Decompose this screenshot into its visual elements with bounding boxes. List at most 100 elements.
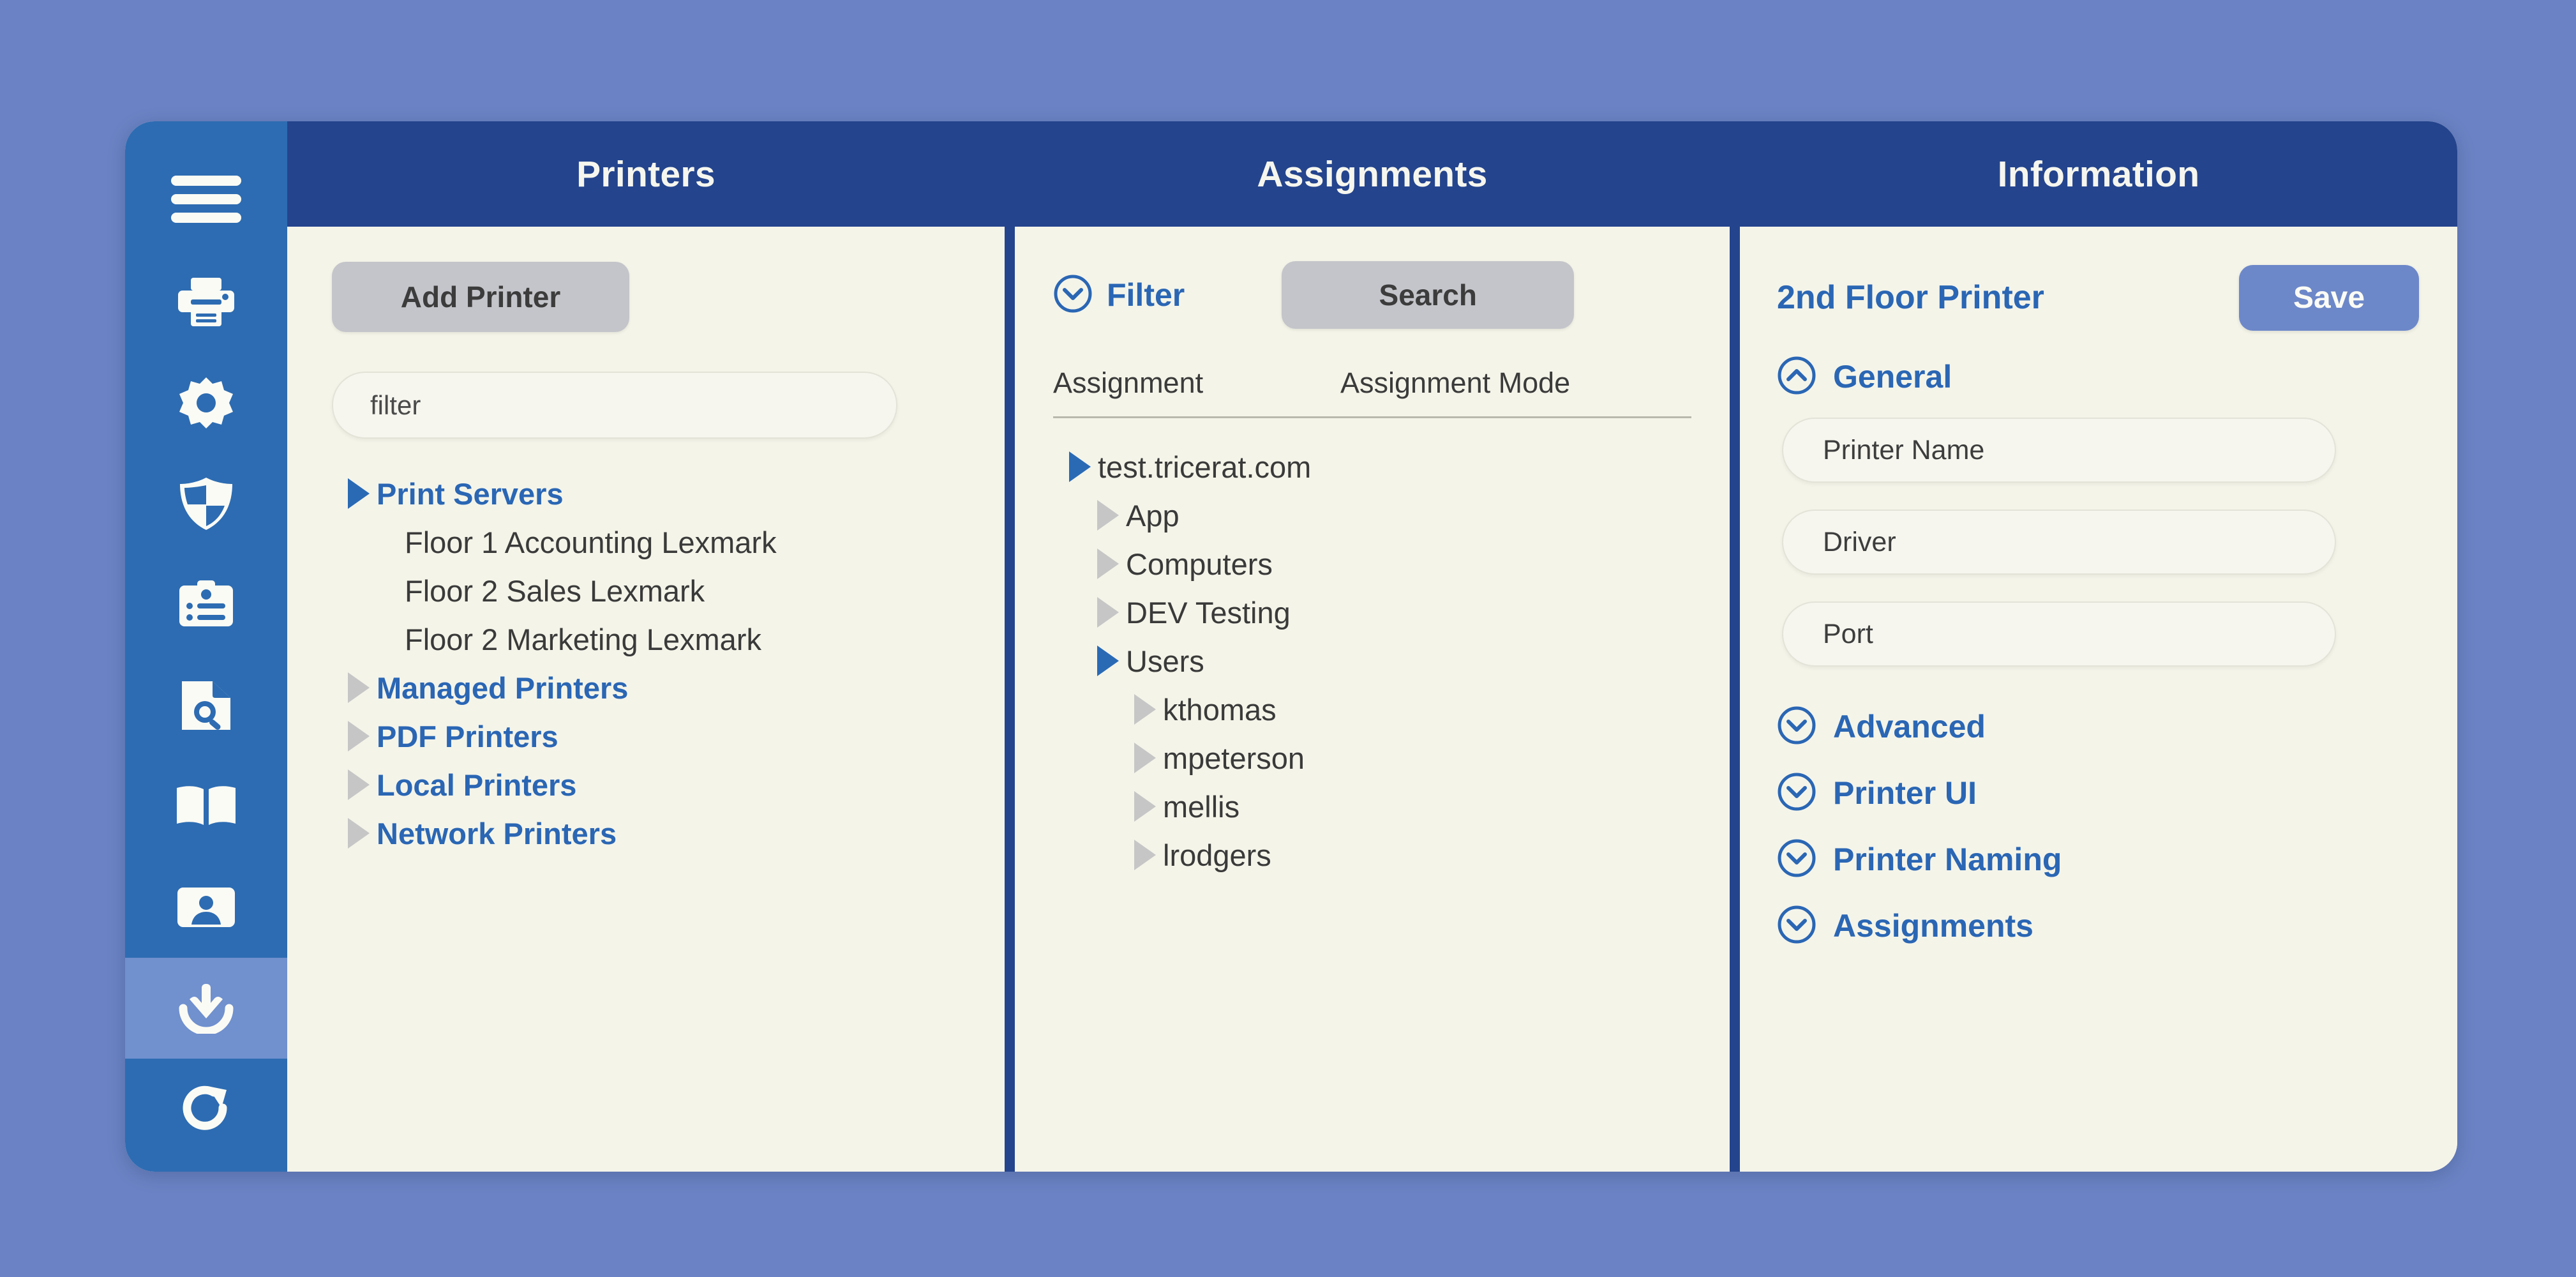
tree-row[interactable]: Floor 2 Marketing Lexmark [332,615,965,663]
application-window: Printers Add Printer filter Print Server… [125,121,2457,1172]
save-button[interactable]: Save [2239,264,2419,331]
chevron-down-circle-icon [1053,274,1093,317]
printer-name-field[interactable]: Printer Name [1782,418,2336,483]
document-search-icon [179,679,233,732]
section-printer-naming-label: Printer Naming [1833,842,2062,877]
section-assignments[interactable]: Assignments [1777,893,2419,959]
section-printer-naming[interactable]: Printer Naming [1777,826,2419,893]
shield-icon [177,476,235,531]
triangle-right-icon[interactable] [341,721,377,752]
assignments-tree: test.tricerat.com App Computers DEV Test… [1053,442,1691,879]
triangle-right-icon[interactable] [1127,743,1163,773]
tree-row[interactable]: Managed Printers [332,663,965,712]
triangle-right-icon[interactable] [1127,840,1163,870]
triangle-right-icon[interactable] [1090,548,1126,579]
triangle-right-icon[interactable] [341,672,377,703]
filter-button[interactable]: Filter [1053,274,1185,317]
information-panel: Information 2nd Floor Printer Save Gener… [1740,121,2457,1172]
driver-field[interactable]: Driver [1782,510,2336,575]
triangle-right-icon[interactable] [1127,694,1163,725]
triangle-right-icon[interactable] [1127,791,1163,822]
tree-row[interactable]: Computers [1053,540,1691,588]
tree-row[interactable]: lrodgers [1053,831,1691,879]
tree-item-label: test.tricerat.com [1098,450,1312,484]
panel-columns: Printers Add Printer filter Print Server… [287,121,2457,1172]
section-assignments-label: Assignments [1833,908,2033,944]
section-printer-ui-label: Printer UI [1833,775,1977,811]
tree-item-label: PDF Printers [377,719,558,753]
panel-divider-left [1005,121,1015,1172]
column-header-assignment-mode: Assignment Mode [1340,366,1571,399]
add-printer-button[interactable]: Add Printer [332,262,629,332]
menu-toggle[interactable] [125,147,287,252]
assignments-toolbar: Filter Search [1053,261,1691,329]
reports-nav[interactable] [125,655,287,756]
triangle-placeholder-icon [369,624,405,654]
tree-row[interactable]: Network Printers [332,809,965,858]
tree-item-label: Users [1126,644,1204,678]
tree-item-label: kthomas [1163,692,1277,727]
triangle-right-icon[interactable] [341,818,377,849]
tree-item-label: Floor 2 Marketing Lexmark [405,622,761,656]
tree-row[interactable]: Floor 2 Sales Lexmark [332,566,965,615]
section-general-label: General [1833,359,1952,395]
tree-row[interactable]: Floor 1 Accounting Lexmark [332,518,965,566]
section-advanced[interactable]: Advanced [1777,693,2419,760]
refresh-nav[interactable] [125,1059,287,1160]
collapsed-sections: Advanced Printer UI Printer Naming Assig… [1777,693,2419,959]
selected-printer-title: 2nd Floor Printer [1777,279,2044,316]
tree-row[interactable]: PDF Printers [332,712,965,760]
book-icon [176,785,237,827]
printer-name-placeholder: Printer Name [1823,434,1985,465]
printers-panel: Printers Add Printer filter Print Server… [287,121,1005,1172]
printers-panel-title: Printers [287,121,1005,227]
column-header-assignment: Assignment [1053,366,1204,399]
tree-item-label: Network Printers [377,816,617,850]
settings-nav[interactable] [125,352,287,453]
download-icon [177,983,236,1034]
chevron-down-circle-icon [1777,905,1816,948]
filter-label: Filter [1107,277,1185,313]
triangle-right-icon[interactable] [341,478,377,509]
users-nav[interactable] [125,857,287,958]
tree-item-label: Managed Printers [377,670,629,705]
triangle-right-icon[interactable] [1090,597,1126,628]
tree-row[interactable]: Users [1053,637,1691,685]
chevron-down-circle-icon [1777,838,1816,881]
section-general[interactable]: General [1777,344,2419,410]
triangle-right-icon[interactable] [1062,451,1098,482]
header-divider [1053,416,1691,418]
triangle-right-icon[interactable] [1090,500,1126,531]
tree-row[interactable]: DEV Testing [1053,588,1691,637]
tree-row[interactable]: Print Servers [332,469,965,518]
section-advanced-label: Advanced [1833,709,1986,744]
search-button[interactable]: Search [1282,261,1575,329]
port-placeholder: Port [1823,618,1873,649]
printers-nav[interactable] [125,252,287,352]
sidebar-navigation [125,121,287,1172]
printer-filter-input[interactable]: filter [332,372,897,439]
section-printer-ui[interactable]: Printer UI [1777,760,2419,826]
tree-row[interactable]: mpeterson [1053,734,1691,782]
tree-item-label: Print Servers [377,476,564,511]
downloads-nav[interactable] [125,958,287,1059]
triangle-right-icon[interactable] [341,769,377,800]
assignments-panel: Assignments Filter Search Assignment Ass… [1015,121,1730,1172]
profiles-nav[interactable] [125,554,287,655]
tree-item-label: mellis [1163,789,1240,824]
assignments-column-headers: Assignment Assignment Mode [1053,366,1691,400]
tree-row[interactable]: kthomas [1053,685,1691,734]
triangle-right-icon[interactable] [1090,646,1126,676]
tree-row[interactable]: App [1053,491,1691,540]
information-panel-title: Information [1740,121,2457,227]
tree-row[interactable]: test.tricerat.com [1053,442,1691,491]
documentation-nav[interactable] [125,756,287,857]
security-nav[interactable] [125,453,287,554]
port-field[interactable]: Port [1782,601,2336,667]
gear-icon [178,375,234,431]
refresh-icon [178,1082,234,1136]
tree-item-label: lrodgers [1163,838,1271,872]
tree-row[interactable]: mellis [1053,782,1691,831]
chevron-up-circle-icon [1777,356,1816,398]
tree-row[interactable]: Local Printers [332,760,965,809]
